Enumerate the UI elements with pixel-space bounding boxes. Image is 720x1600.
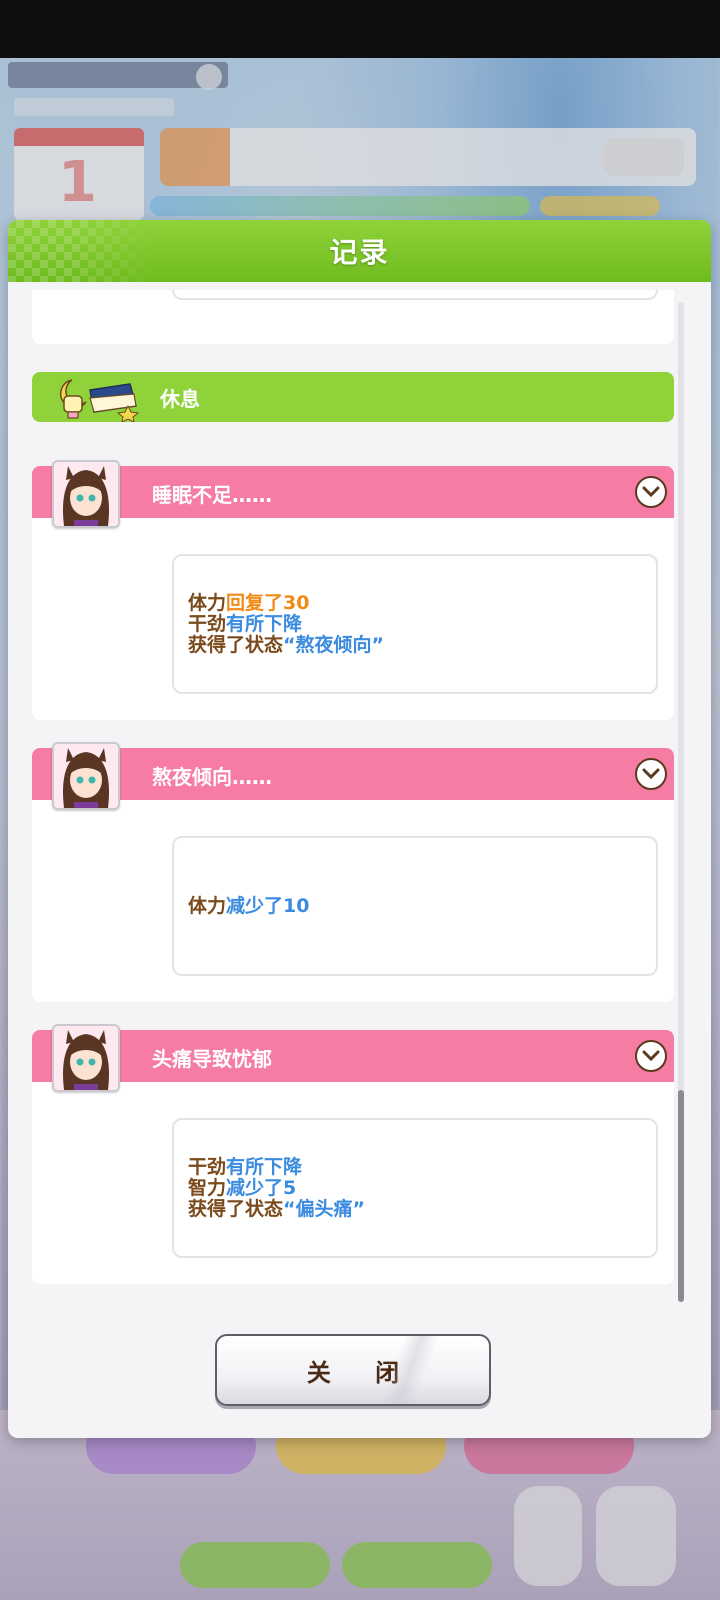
result-line: 智力减少了5 <box>188 1176 656 1199</box>
category-label: 休息 <box>160 386 200 411</box>
log-dialog: 记录 休息 睡眠不足…… 体力回复了30 干劲有所下降 获得了状态“熬夜倾向” … <box>8 220 711 1438</box>
moon-lamp-pillow-icon <box>59 379 140 422</box>
result-segment: 智力 <box>188 1176 227 1199</box>
result-segment: 体力 <box>188 591 227 614</box>
header-pattern <box>8 220 158 282</box>
result-segment: 获得了状态 <box>188 1197 284 1220</box>
result-segment: 体力 <box>188 894 227 917</box>
result-segment: 有所下降 <box>226 612 303 635</box>
scrollbar-thumb[interactable] <box>678 1090 684 1302</box>
result-segment: 回复了30 <box>226 591 310 614</box>
result-segment: “熬夜倾向” <box>283 633 384 656</box>
event-header[interactable]: 头痛导致忧郁 <box>32 1030 674 1082</box>
result-segment: 减少了5 <box>226 1176 297 1199</box>
event-result-box: 体力回复了30 干劲有所下降 获得了状态“熬夜倾向” <box>172 554 658 694</box>
event-card: 熬夜倾向…… 体力减少了10 <box>32 742 674 1002</box>
result-line: 获得了状态“熬夜倾向” <box>188 633 656 656</box>
event-title: 睡眠不足…… <box>152 483 272 507</box>
event-result-box: 干劲有所下降 智力减少了5 获得了状态“偏头痛” <box>172 1118 658 1258</box>
log-card-partial <box>32 290 674 344</box>
dialog-header: 记录 <box>8 220 711 282</box>
result-segment: 干劲 <box>188 612 227 635</box>
character-portrait <box>52 460 120 528</box>
result-box-partial <box>172 290 658 300</box>
event-header[interactable]: 睡眠不足…… <box>32 466 674 518</box>
dialog-title: 记录 <box>329 236 390 269</box>
result-segment: 有所下降 <box>226 1155 303 1178</box>
close-button-label: 关 闭 <box>306 1358 418 1387</box>
result-line: 获得了状态“偏头痛” <box>188 1197 656 1220</box>
result-segment: 获得了状态 <box>188 633 284 656</box>
event-header[interactable]: 熬夜倾向…… <box>32 748 674 800</box>
result-line: 干劲有所下降 <box>188 612 656 635</box>
result-segment: 干劲 <box>188 1155 227 1178</box>
category-bar: 休息 <box>32 372 674 422</box>
result-segment: “偏头痛” <box>283 1197 365 1220</box>
chevron-down-icon[interactable] <box>635 758 667 790</box>
result-line: 体力减少了10 <box>188 894 656 917</box>
character-portrait <box>52 1024 120 1092</box>
event-title: 熬夜倾向…… <box>152 765 272 789</box>
event-result-box: 体力减少了10 <box>172 836 658 976</box>
character-portrait <box>52 742 120 810</box>
event-title: 头痛导致忧郁 <box>152 1047 272 1071</box>
chevron-down-icon[interactable] <box>635 1040 667 1072</box>
result-segment: 减少了10 <box>226 894 310 917</box>
close-button[interactable]: 关 闭 <box>215 1334 491 1406</box>
result-line: 体力回复了30 <box>188 591 656 614</box>
event-card: 头痛导致忧郁 干劲有所下降 智力减少了5 获得了状态“偏头痛” <box>32 1024 674 1284</box>
log-list[interactable]: 休息 睡眠不足…… 体力回复了30 干劲有所下降 获得了状态“熬夜倾向” 熬夜倾… <box>16 290 696 1308</box>
chevron-down-icon[interactable] <box>635 476 667 508</box>
result-line: 干劲有所下降 <box>188 1155 656 1178</box>
event-card: 睡眠不足…… 体力回复了30 干劲有所下降 获得了状态“熬夜倾向” <box>32 460 674 720</box>
